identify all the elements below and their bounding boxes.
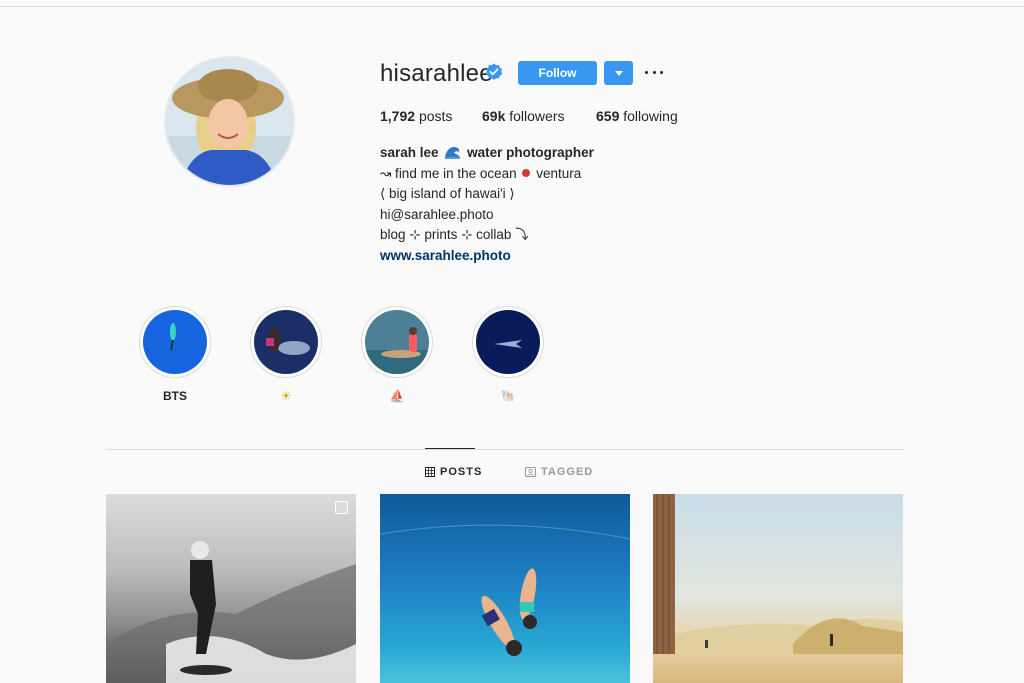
bio-email: hi@sarahlee.photo: [380, 206, 494, 222]
highlight-label: 🐚: [500, 389, 516, 403]
post-tile[interactable]: [106, 494, 356, 683]
highlight-label: ⛵: [389, 389, 405, 403]
tab-tagged[interactable]: TAGGED: [525, 466, 593, 478]
bio-location-name: ventura: [536, 165, 582, 181]
tabs-divider: [106, 449, 904, 450]
bio-line-island: ⟨ big island of hawai'i ⟩: [380, 186, 515, 201]
bio-title: water photographer: [467, 145, 594, 160]
highlight-cover: [476, 310, 540, 374]
highlight-boat[interactable]: ⛵: [361, 306, 433, 405]
more-options-button[interactable]: [645, 66, 663, 78]
highlight-label: ☀: [280, 389, 292, 403]
chevron-down-icon: [614, 70, 623, 76]
multiple-posts-icon: [335, 501, 348, 514]
pin-icon: [522, 168, 531, 177]
highlight-label: BTS: [163, 389, 187, 403]
profile-bio: sarah lee water photographer ↝ find me i…: [380, 143, 594, 266]
highlight-cover: [254, 310, 318, 374]
following-link[interactable]: 659 following: [596, 108, 678, 124]
bio-location-line: ↝ find me in the ocean: [380, 165, 517, 181]
tab-posts[interactable]: POSTS: [425, 466, 482, 478]
post-tile[interactable]: [653, 494, 903, 683]
followers-link[interactable]: 69k followers: [482, 108, 565, 124]
profile-username: hisarahlee: [380, 60, 493, 87]
posts-count: 1,792 posts: [380, 108, 453, 124]
more-icon: [645, 70, 648, 74]
profile-avatar[interactable]: [164, 56, 295, 187]
verified-icon: [485, 63, 503, 80]
suggestions-dropdown-button[interactable]: [604, 61, 633, 85]
highlight-bts[interactable]: BTS: [139, 306, 211, 405]
highlight-cover: [365, 310, 429, 374]
grid-icon: [425, 467, 435, 477]
post-tile[interactable]: [380, 494, 630, 683]
highlight-shell[interactable]: 🐚: [472, 306, 544, 405]
full-name: sarah lee: [380, 145, 439, 160]
tagged-icon: [525, 467, 536, 477]
follow-button[interactable]: Follow: [518, 61, 597, 85]
wave-icon: [445, 147, 461, 159]
bio-links-line: blog ⊹ prints ⊹ collab ⤵: [380, 227, 529, 242]
top-divider: [0, 6, 1024, 7]
highlight-cover: [143, 310, 207, 374]
highlight-sun[interactable]: ☀: [250, 306, 322, 405]
active-tab-indicator: [425, 448, 475, 449]
website-link[interactable]: www.sarahlee.photo: [380, 248, 511, 263]
